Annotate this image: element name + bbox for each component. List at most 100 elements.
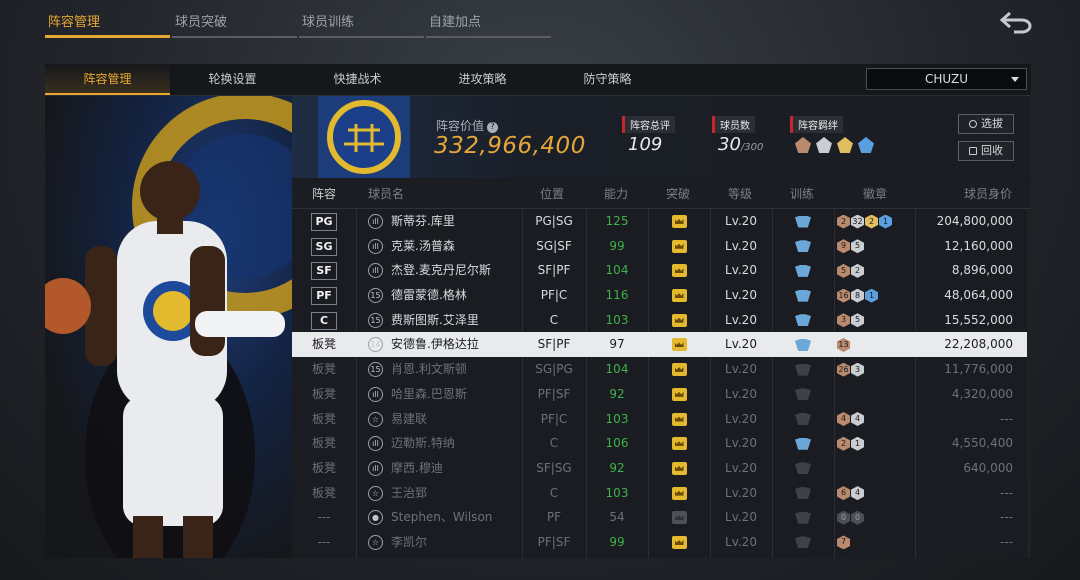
table-row[interactable]: 板凳 ☆ 王治郅 C 103 Lv.20 64 --- <box>292 481 1031 506</box>
role-cell[interactable]: 板凳 <box>292 332 356 357</box>
breakthrough-cell[interactable] <box>648 258 710 283</box>
table-row[interactable]: 板凳 ıll 迈勒斯.特纳 C 106 Lv.20 21 4,550,400 <box>292 431 1031 456</box>
player-name-cell[interactable]: 15 德雷蒙德.格林 <box>368 283 522 308</box>
col-badges[interactable]: 徽章 <box>845 180 905 208</box>
training-cell[interactable] <box>772 332 834 357</box>
training-cell[interactable] <box>772 357 834 382</box>
breakthrough-cell[interactable] <box>648 481 710 506</box>
col-level[interactable]: 等级 <box>710 180 770 208</box>
training-cell[interactable] <box>772 308 834 333</box>
breakthrough-cell[interactable] <box>648 431 710 456</box>
training-cell[interactable] <box>772 456 834 481</box>
sub-tab-defense[interactable]: 防守策略 <box>545 64 670 95</box>
training-cell[interactable] <box>772 407 834 432</box>
role-cell[interactable]: 板凳 <box>292 357 356 382</box>
role-cell[interactable]: 板凳 <box>292 456 356 481</box>
breakthrough-cell[interactable] <box>648 357 710 382</box>
role-cell[interactable]: 板凳 <box>292 407 356 432</box>
draft-button[interactable]: 选拔 <box>958 114 1014 134</box>
chemistry-icons[interactable] <box>795 137 874 153</box>
player-name-cell[interactable]: ıll 哈里森.巴恩斯 <box>368 382 522 407</box>
badges-cell[interactable]: 35 <box>837 308 915 333</box>
role-cell[interactable]: --- <box>292 530 356 555</box>
role-cell[interactable]: 板凳 <box>292 481 356 506</box>
player-name-cell[interactable]: ıll 迈勒斯.特纳 <box>368 431 522 456</box>
player-name-cell[interactable]: ☆ 李凯尔 <box>368 530 522 555</box>
breakthrough-cell[interactable] <box>648 234 710 259</box>
col-value[interactable]: 球员身价 <box>952 180 1024 208</box>
training-cell[interactable] <box>772 382 834 407</box>
col-training[interactable]: 训练 <box>772 180 832 208</box>
badges-cell[interactable]: 00 <box>837 505 915 530</box>
table-row[interactable]: 板凳 ıll 哈里森.巴恩斯 PF|SF 92 Lv.20 4,320,000 <box>292 382 1031 407</box>
training-cell[interactable] <box>772 505 834 530</box>
table-scrollbar[interactable] <box>1027 209 1031 558</box>
col-breakthrough[interactable]: 突破 <box>648 180 708 208</box>
badges-cell[interactable]: 13 <box>837 332 915 357</box>
player-name-cell[interactable]: ıll 摩西.穆迪 <box>368 456 522 481</box>
player-name-cell[interactable]: ıll 杰登.麦克丹尼尔斯 <box>368 258 522 283</box>
player-name-cell[interactable]: ☆ 王治郅 <box>368 481 522 506</box>
badges-cell[interactable]: 26 3 <box>837 357 915 382</box>
training-cell[interactable] <box>772 258 834 283</box>
table-row[interactable]: 板凳 14 安德鲁.伊格达拉 SF|PF 97 Lv.20 13 22,208,0… <box>292 332 1031 358</box>
col-ability[interactable]: 能力 <box>586 180 646 208</box>
player-name-cell[interactable]: 15 肖恩.利文斯顿 <box>368 357 522 382</box>
top-tab-breakthrough[interactable]: 球员突破 <box>172 10 297 38</box>
help-icon[interactable]: ? <box>487 122 499 133</box>
table-row[interactable]: --- ☆ 李凯尔 PF|SF 99 Lv.20 7 --- <box>292 530 1031 555</box>
back-icon[interactable] <box>999 10 1034 34</box>
training-cell[interactable] <box>772 283 834 308</box>
badges-cell[interactable]: 2 32 2 1 <box>837 209 915 234</box>
sub-tab-offense[interactable]: 进攻策略 <box>420 64 545 95</box>
table-row[interactable]: SG ıll 克莱.汤普森 SG|SF 99 Lv.20 95 12,160,00… <box>292 234 1031 259</box>
breakthrough-cell[interactable] <box>648 308 710 333</box>
breakthrough-cell[interactable] <box>648 209 710 234</box>
training-cell[interactable] <box>772 481 834 506</box>
table-row[interactable]: SF ıll 杰登.麦克丹尼尔斯 SF|PF 104 Lv.20 52 8,896… <box>292 258 1031 283</box>
badges-cell[interactable]: 64 <box>837 481 915 506</box>
badges-cell[interactable]: 7 <box>837 530 915 555</box>
badges-cell[interactable] <box>837 382 915 407</box>
role-cell[interactable]: --- <box>292 505 356 530</box>
table-row[interactable]: PG ıll 斯蒂芬.库里 PG|SG 125 Lv.20 2 32 2 1 204,8… <box>292 209 1031 234</box>
sub-tab-quick-tactics[interactable]: 快捷战术 <box>295 64 420 95</box>
breakthrough-cell[interactable] <box>648 407 710 432</box>
player-name-cell[interactable]: 15 费斯图斯.艾泽里 <box>368 308 522 333</box>
training-cell[interactable] <box>772 209 834 234</box>
table-row[interactable]: 板凳 15 肖恩.利文斯顿 SG|PG 104 Lv.20 26 3 11,776,… <box>292 357 1031 382</box>
breakthrough-cell[interactable] <box>648 505 710 530</box>
player-name-cell[interactable]: ● Stephen、Wilson <box>368 505 522 530</box>
breakthrough-cell[interactable] <box>648 332 710 357</box>
badges-cell[interactable]: 21 <box>837 431 915 456</box>
badges-cell[interactable]: 52 <box>837 258 915 283</box>
breakthrough-cell[interactable] <box>648 456 710 481</box>
role-cell[interactable]: C <box>292 308 356 333</box>
role-cell[interactable]: SF <box>292 258 356 283</box>
role-cell[interactable]: 板凳 <box>292 431 356 456</box>
col-role[interactable]: 阵容 <box>292 180 356 208</box>
top-tab-custom-points[interactable]: 自建加点 <box>426 10 551 38</box>
badges-cell[interactable] <box>837 456 915 481</box>
player-name-cell[interactable]: ıll 斯蒂芬.库里 <box>368 209 522 234</box>
table-row[interactable]: C 15 费斯图斯.艾泽里 C 103 Lv.20 35 15,552,000 <box>292 308 1031 333</box>
role-cell[interactable]: SG <box>292 234 356 259</box>
breakthrough-cell[interactable] <box>648 530 710 555</box>
role-cell[interactable]: PF <box>292 283 356 308</box>
role-cell[interactable]: 板凳 <box>292 382 356 407</box>
badges-cell[interactable]: 44 <box>837 407 915 432</box>
team-select[interactable]: CHUZU <box>866 68 1027 90</box>
player-name-cell[interactable]: ☆ 易建联 <box>368 407 522 432</box>
badges-cell[interactable]: 95 <box>837 234 915 259</box>
col-position[interactable]: 位置 <box>522 180 582 208</box>
training-cell[interactable] <box>772 234 834 259</box>
table-row[interactable]: PF 15 德雷蒙德.格林 PF|C 116 Lv.20 16 8 1 48,064,… <box>292 283 1031 308</box>
sub-tab-rotation[interactable]: 轮换设置 <box>170 64 295 95</box>
player-name-cell[interactable]: ıll 克莱.汤普森 <box>368 234 522 259</box>
table-row[interactable]: 板凳 ☆ 易建联 PF|C 103 Lv.20 44 --- <box>292 407 1031 432</box>
breakthrough-cell[interactable] <box>648 283 710 308</box>
recycle-button[interactable]: 回收 <box>958 141 1014 161</box>
col-player-name[interactable]: 球员名 <box>356 180 416 208</box>
training-cell[interactable] <box>772 530 834 555</box>
top-tab-training[interactable]: 球员训练 <box>299 10 424 38</box>
